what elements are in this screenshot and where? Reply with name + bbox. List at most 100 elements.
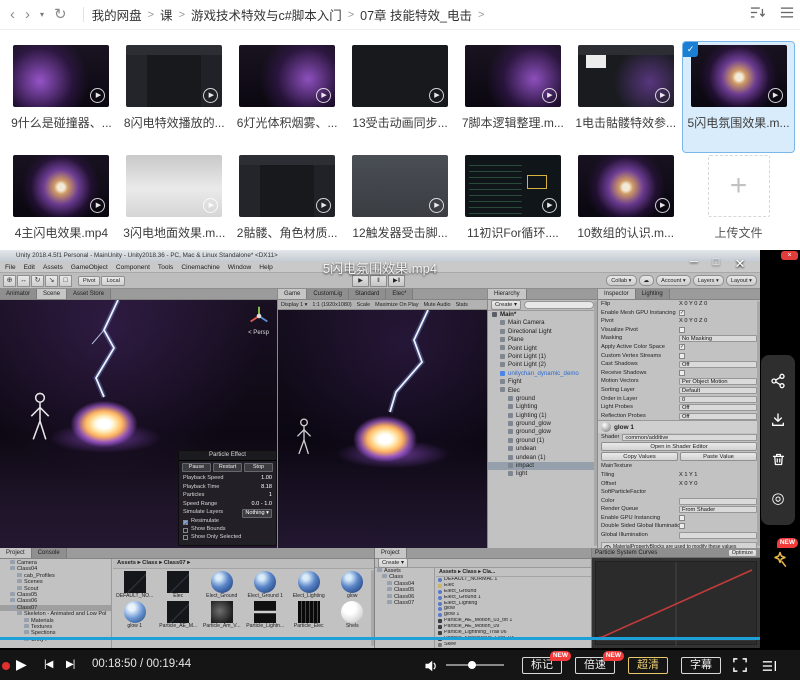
sort-desc-icon[interactable]	[750, 6, 766, 24]
material-rows: MainTextureTilingX 1 Y 1OffsetX 0 Y 0Sof…	[598, 462, 760, 539]
record-indicator-dot	[2, 662, 10, 670]
file-tile[interactable]: ▶11初识For循环....	[457, 152, 568, 262]
wand-float[interactable]: NEW	[760, 538, 798, 578]
project2-list: Assets ▸ Class ▸ Cla... DEFAULT_NORMAL 1…	[436, 568, 591, 648]
inspector-field: Off	[679, 404, 757, 411]
file-tile[interactable]: ▶ 10数组的认识.m...	[570, 152, 681, 262]
back-icon[interactable]: ‹	[10, 7, 15, 22]
file-name: 7脚本逻辑整理.m...	[457, 114, 568, 131]
project-asset-area: Assets ▸ Class ▸ Class07 ▸ DEFAULT_NO...…	[113, 559, 374, 648]
inspector-rows: FlipX 0 Y 0 Z 0Enable Mesh GPU Instancin…	[598, 300, 760, 420]
project-panel-2: Project Create ▾ AssetsClassClass04Class…	[375, 548, 592, 648]
action-button-倍速[interactable]: 倍速NEW	[575, 657, 615, 674]
next-button[interactable]: ▶|	[66, 659, 74, 670]
inspector-row-label: Flip	[601, 300, 679, 309]
breadcrumb-item[interactable]: 07章 技能特效_电击	[360, 5, 472, 24]
video-player[interactable]: Unity 2018.4.5f1 Personal - MainUnity - …	[0, 250, 800, 680]
inspector-row-label: Motion Vectors	[601, 377, 679, 386]
inspector-row-value	[679, 462, 757, 471]
inspector-row: Color	[598, 497, 760, 506]
history-caret-icon[interactable]: ▾	[40, 10, 44, 19]
asset-thumbnail-mat	[341, 571, 363, 593]
tab-inspector: Inspector	[598, 289, 636, 299]
file-tile[interactable]: ▶8闪电特效播放的...	[119, 42, 230, 152]
asset-thumbnail-sphere	[124, 601, 146, 623]
particle-checkbox-row: ✓Resimulate	[179, 518, 276, 526]
refresh-icon[interactable]: ↻	[54, 7, 67, 22]
inspector-row-label: Offset	[601, 480, 679, 489]
share-icon[interactable]	[768, 371, 788, 391]
play-button[interactable]: ▶	[16, 656, 27, 673]
trash-icon[interactable]	[768, 450, 788, 470]
folder-icon	[438, 584, 442, 588]
upload-tile[interactable]: + 上传文件	[683, 152, 794, 262]
file-name: 1电击骷髅特效参...	[570, 114, 681, 131]
breadcrumb-item[interactable]: 我的网盘	[92, 5, 142, 24]
video-thumbnail: ▶	[239, 155, 335, 217]
close-button[interactable]: ✕	[734, 256, 745, 272]
inspector-row: FlipX 0 Y 0 Z 0	[598, 300, 760, 309]
file-tile[interactable]: ▶12触发器受击脚...	[345, 152, 456, 262]
file-tile[interactable]: ▶4主闪电效果.mp4	[6, 152, 117, 262]
project-tab-strip: ProjectConsole	[0, 548, 374, 559]
game-tab-strip: GameCustomLigStandardElec*	[278, 289, 487, 300]
unity-main-row: AnimatorSceneAsset Store	[0, 289, 760, 548]
maximize-button[interactable]: □	[713, 256, 720, 272]
download-icon[interactable]	[768, 410, 788, 430]
file-name: 10数组的认识.m...	[570, 224, 681, 241]
play-icon: ▶	[203, 198, 218, 213]
fullscreen-icon[interactable]	[733, 658, 747, 677]
forward-icon[interactable]: ›	[25, 7, 30, 22]
file-tile[interactable]: ▶9什么是碰撞器、...	[6, 42, 117, 152]
game-bar-item: Stats	[456, 300, 468, 309]
mini-close-badge[interactable]: ×	[781, 251, 798, 260]
file-tile[interactable]: ▶2骷髅、角色材质...	[232, 152, 343, 262]
breadcrumb-item[interactable]: 游戏技术特效与c#脚本入门	[191, 5, 342, 24]
asset-item: Particle_Elec	[287, 600, 331, 630]
hierarchy-item: Directional Light	[488, 328, 597, 336]
asset-item: Elect_Ground	[200, 570, 244, 600]
magic-wand-icon[interactable]	[770, 550, 790, 575]
inspector-field	[679, 498, 757, 505]
asset-item: Particle_Lightn...	[244, 600, 288, 630]
asset-thumbnail-tex	[124, 571, 146, 593]
file-tile[interactable]: ▶3闪电地面效果.m...	[119, 152, 230, 262]
asset-thumbnail-tex	[167, 601, 189, 623]
skeleton-character	[28, 392, 52, 450]
previous-button[interactable]: |◀	[44, 659, 52, 670]
player-video-title: 5闪电氛围效果.mp4	[0, 258, 760, 277]
view-toggle-icon[interactable]	[780, 6, 794, 24]
file-grid: ▶9什么是碰撞器、...▶8闪电特效播放的...▶6灯光体积烟雾、...▶13受…	[0, 30, 800, 252]
hierarchy-item: Plane	[488, 336, 597, 344]
file-tile[interactable]: ▶7脚本逻辑整理.m...	[457, 42, 568, 152]
game-panel: GameCustomLigStandardElec* Display 1 ▾1:…	[278, 289, 488, 548]
volume-knob[interactable]	[468, 661, 476, 669]
tab-customlig: CustomLig	[307, 289, 349, 299]
playlist-icon[interactable]	[762, 659, 777, 677]
inspector-tab-strip: InspectorLighting	[598, 289, 760, 300]
record-icon[interactable]: ◎	[768, 489, 788, 509]
video-thumbnail: ▶	[578, 155, 674, 217]
breadcrumb-separator: >	[148, 9, 154, 21]
breadcrumb-item[interactable]: 课	[160, 5, 173, 24]
asset-thumbnail-mat	[298, 571, 320, 593]
action-button-字幕[interactable]: 字幕	[681, 657, 721, 674]
inspector-row-label: Light Probes	[601, 403, 679, 412]
particle-row-value: 8.18	[261, 483, 272, 492]
hierarchy-item: undean (1)	[488, 454, 597, 462]
action-button-标记[interactable]: 标记NEW	[522, 657, 562, 674]
shader-field: common/additive	[622, 434, 757, 441]
action-button-超清[interactable]: 超清	[628, 657, 668, 674]
minimize-button[interactable]: ─	[690, 256, 698, 272]
file-tile[interactable]: ▶6灯光体积烟雾、...	[232, 42, 343, 152]
asset-item: Elec	[157, 570, 201, 600]
material-header: glow 1	[598, 420, 760, 433]
tab-project: Project	[375, 548, 407, 558]
file-tile[interactable]: ▶13受击动画同步...	[345, 42, 456, 152]
file-tile[interactable]: ▶1电击骷髅特效参...	[570, 42, 681, 152]
file-tile[interactable]: ✓▶5闪电氛围效果.m...	[683, 42, 794, 152]
asset-name: Particle_AE_M...	[157, 623, 201, 630]
checkbox: ✓	[679, 310, 685, 316]
volume-icon[interactable]	[424, 659, 439, 677]
particle-stop-button: Stop	[244, 463, 273, 472]
